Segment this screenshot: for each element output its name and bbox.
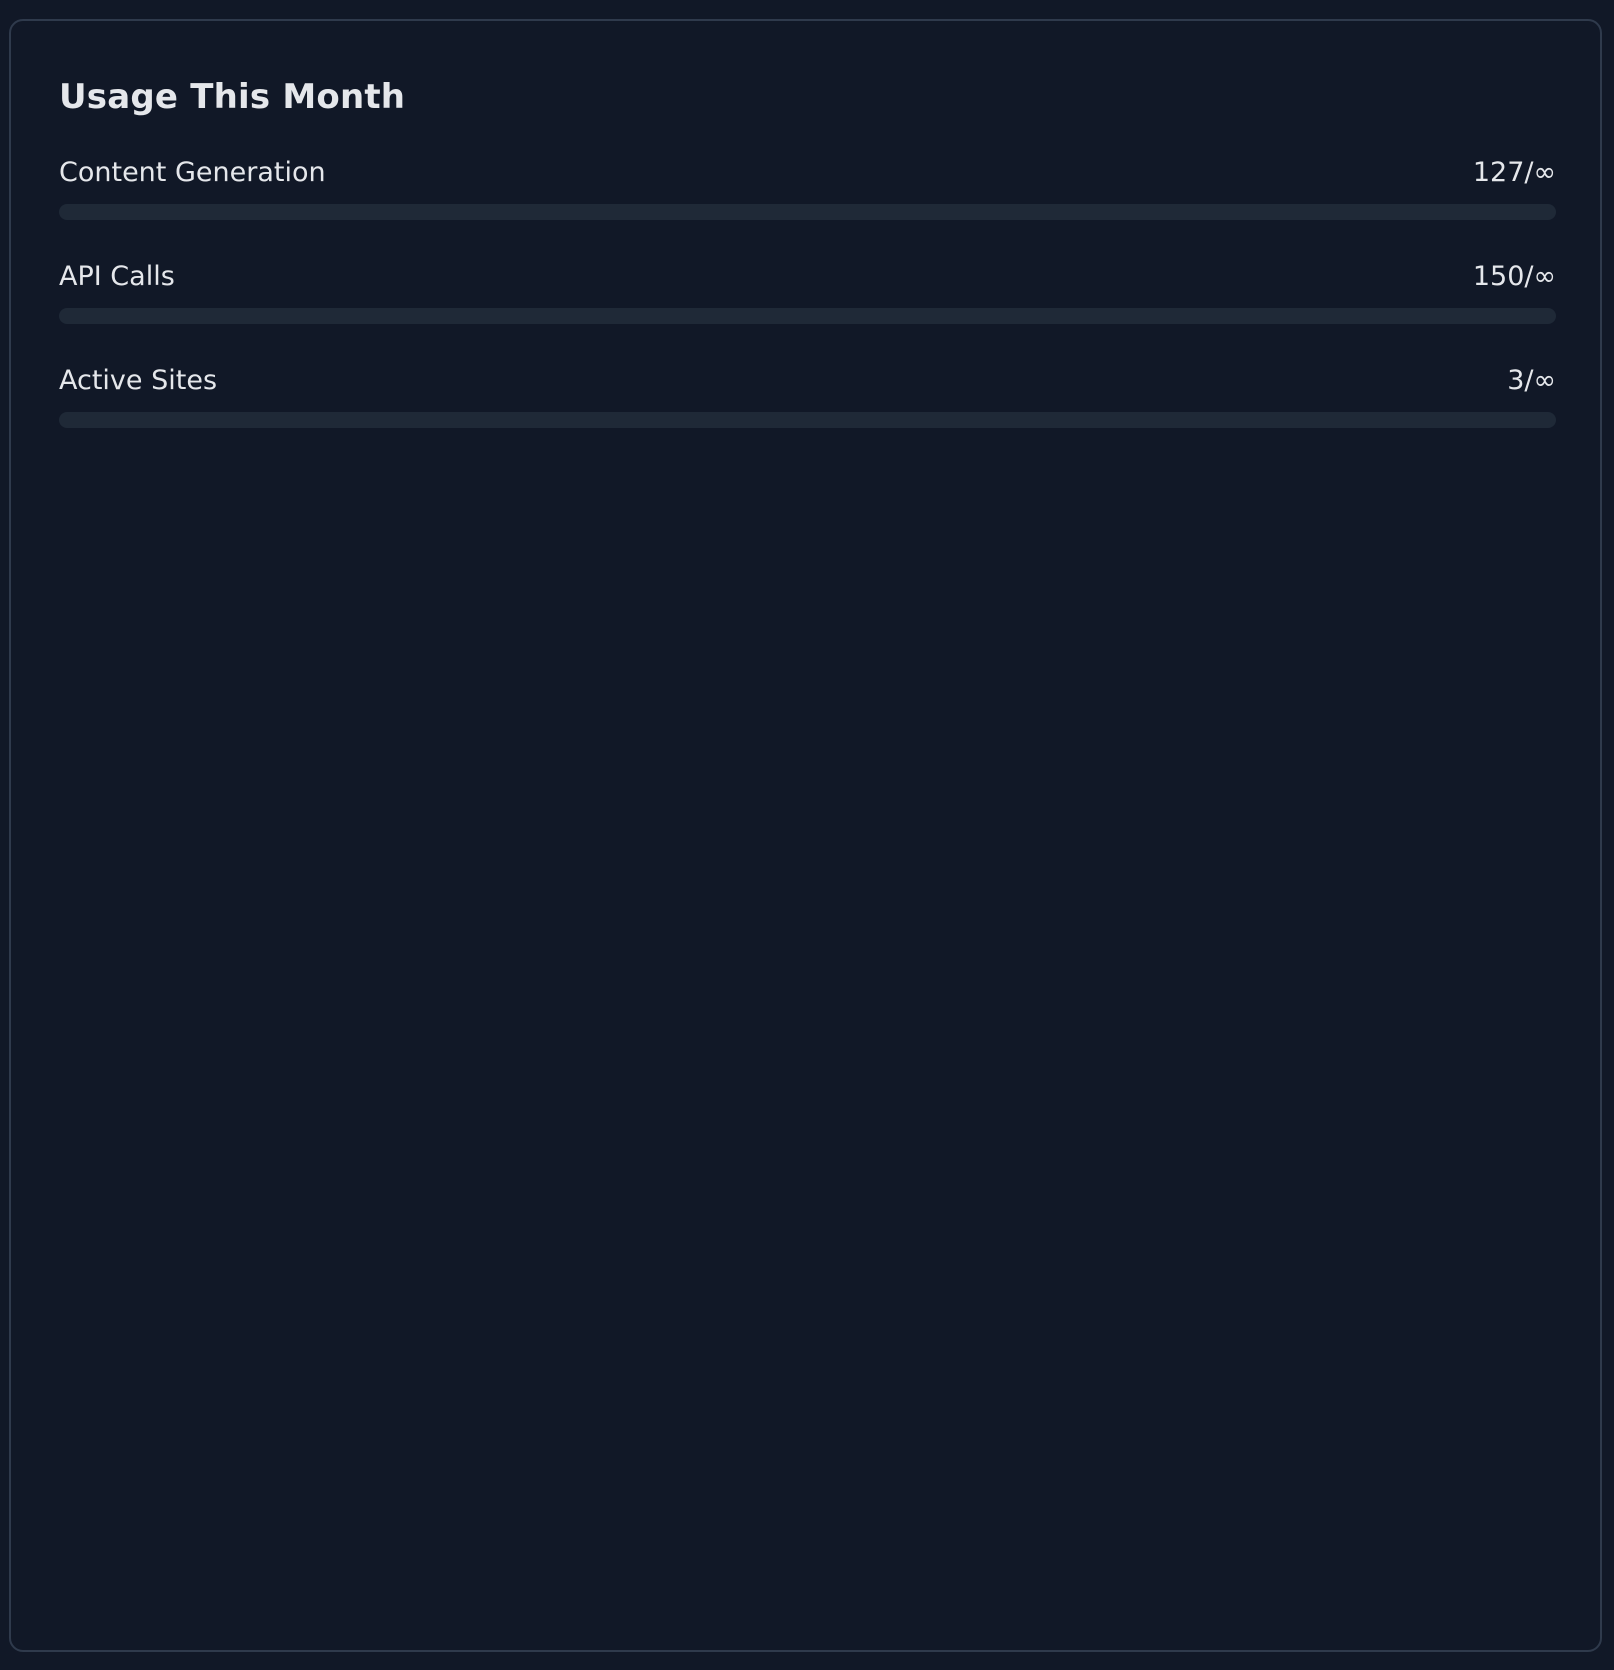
usage-card: Usage This Month Content Generation 127/… — [9, 19, 1602, 1652]
usage-row-content-generation: Content Generation 127/∞ — [59, 155, 1556, 235]
usage-progress-bar — [59, 204, 1556, 220]
usage-row-api-calls: API Calls 150/∞ — [59, 259, 1556, 339]
usage-value: 127/∞ — [1472, 157, 1556, 188]
usage-label: Content Generation — [59, 157, 326, 188]
usage-value: 150/∞ — [1472, 261, 1556, 292]
usage-value: 3/∞ — [1507, 365, 1556, 396]
card-title: Usage This Month — [59, 77, 406, 117]
usage-row-active-sites: Active Sites 3/∞ — [59, 363, 1556, 443]
usage-progress-bar — [59, 412, 1556, 428]
usage-label: Active Sites — [59, 365, 218, 396]
usage-label: API Calls — [59, 261, 175, 292]
usage-progress-bar — [59, 308, 1556, 324]
